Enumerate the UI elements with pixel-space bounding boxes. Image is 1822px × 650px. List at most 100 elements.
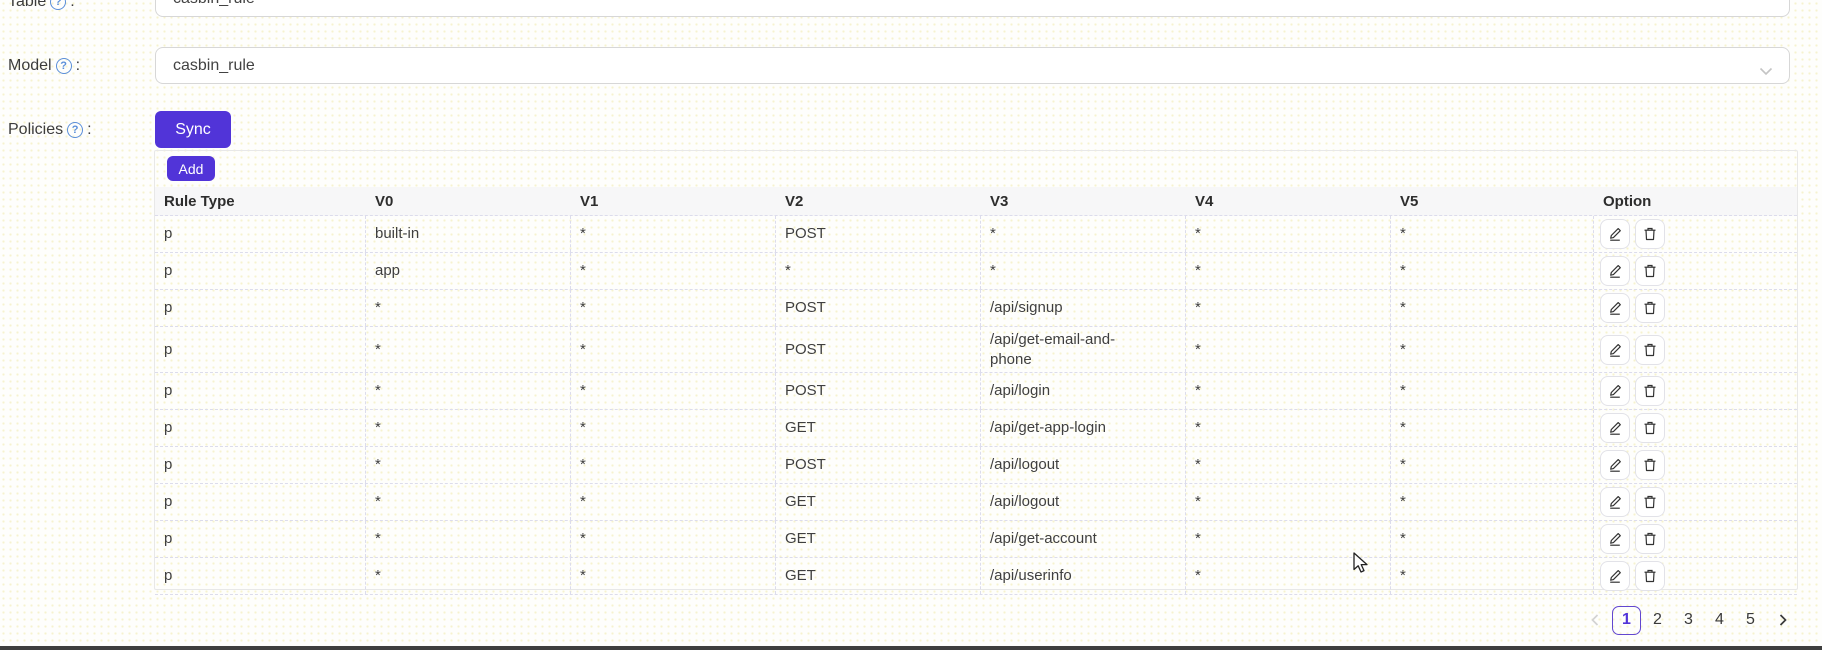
edit-button[interactable] xyxy=(1600,524,1630,554)
delete-button[interactable] xyxy=(1635,450,1665,480)
cell-v4: * xyxy=(1186,447,1391,483)
edit-pencil-icon xyxy=(1607,457,1623,473)
trash-icon xyxy=(1642,263,1658,279)
delete-button[interactable] xyxy=(1635,219,1665,249)
table-row: p * * POST /api/get-email-and-phone * * xyxy=(155,327,1797,373)
cell-v4: * xyxy=(1186,216,1391,252)
edit-button[interactable] xyxy=(1600,376,1630,406)
delete-button[interactable] xyxy=(1635,524,1665,554)
edit-button[interactable] xyxy=(1600,413,1630,443)
cell-v0: * xyxy=(366,373,571,409)
delete-button[interactable] xyxy=(1635,256,1665,286)
help-icon[interactable]: ? xyxy=(56,58,72,74)
cell-v3: * xyxy=(981,216,1186,252)
column-header-v5: V5 xyxy=(1391,187,1594,215)
trash-icon xyxy=(1642,342,1658,358)
edit-button[interactable] xyxy=(1600,219,1630,249)
edit-pencil-icon xyxy=(1607,494,1623,510)
column-header-v1: V1 xyxy=(571,187,776,215)
pagination-page-button[interactable]: 2 xyxy=(1643,606,1672,635)
cell-v4: * xyxy=(1186,558,1391,594)
table-row: p * * GET /api/get-app-login * * xyxy=(155,410,1797,447)
edit-button[interactable] xyxy=(1600,561,1630,591)
edit-button[interactable] xyxy=(1600,335,1630,365)
cell-option xyxy=(1594,521,1797,557)
cell-rule-type: p xyxy=(155,410,366,446)
cell-v2: POST xyxy=(776,447,981,483)
cell-v1: * xyxy=(571,216,776,252)
cell-rule-type: p xyxy=(155,521,366,557)
pagination-page-button[interactable]: 4 xyxy=(1705,606,1734,635)
column-header-rule-type: Rule Type xyxy=(155,187,366,215)
edit-pencil-icon xyxy=(1607,568,1623,584)
cell-v2: POST xyxy=(776,373,981,409)
column-header-option: Option xyxy=(1594,187,1797,215)
cell-v5: * xyxy=(1391,253,1594,289)
cell-v1: * xyxy=(571,327,776,372)
help-icon[interactable]: ? xyxy=(50,0,66,10)
trash-icon xyxy=(1642,457,1658,473)
cell-v5: * xyxy=(1391,447,1594,483)
cell-v5: * xyxy=(1391,216,1594,252)
cell-option xyxy=(1594,558,1797,594)
cell-v4: * xyxy=(1186,327,1391,372)
cell-v0: * xyxy=(366,327,571,372)
edit-pencil-icon xyxy=(1607,420,1623,436)
cell-v1: * xyxy=(571,447,776,483)
table-field-label: Table ? : xyxy=(8,0,75,12)
edit-pencil-icon xyxy=(1607,263,1623,279)
delete-button[interactable] xyxy=(1635,335,1665,365)
cell-option xyxy=(1594,373,1797,409)
cell-v4: * xyxy=(1186,521,1391,557)
cell-v5: * xyxy=(1391,484,1594,520)
cell-v1: * xyxy=(571,410,776,446)
policy-table: Rule Type V0 V1 V2 V3 V4 V5 Option p bui… xyxy=(155,187,1797,595)
table-row: p built-in * POST * * * xyxy=(155,216,1797,253)
cell-v0: * xyxy=(366,290,571,326)
label-colon: : xyxy=(76,56,80,76)
trash-icon xyxy=(1642,568,1658,584)
edit-button[interactable] xyxy=(1600,293,1630,323)
delete-button[interactable] xyxy=(1635,413,1665,443)
policy-table-body: p built-in * POST * * * xyxy=(155,216,1797,595)
delete-button[interactable] xyxy=(1635,561,1665,591)
edit-button[interactable] xyxy=(1600,450,1630,480)
cell-v3: /api/login xyxy=(981,373,1186,409)
help-icon[interactable]: ? xyxy=(67,122,83,138)
sync-button[interactable]: Sync xyxy=(155,111,231,148)
cell-v0: * xyxy=(366,558,571,594)
pagination-page-button[interactable]: 5 xyxy=(1736,606,1765,635)
delete-button[interactable] xyxy=(1635,487,1665,517)
cell-v5: * xyxy=(1391,521,1594,557)
pagination-page-button[interactable]: 3 xyxy=(1674,606,1703,635)
table-input[interactable] xyxy=(155,0,1790,17)
model-select-value: casbin_rule xyxy=(173,57,255,75)
policies-panel: Add Rule Type V0 V1 V2 V3 V4 V5 Option p… xyxy=(154,150,1798,590)
add-button[interactable]: Add xyxy=(167,156,215,181)
cell-v0: * xyxy=(366,521,571,557)
cell-option xyxy=(1594,216,1797,252)
cell-rule-type: p xyxy=(155,484,366,520)
column-header-v2: V2 xyxy=(776,187,981,215)
delete-button[interactable] xyxy=(1635,376,1665,406)
delete-button[interactable] xyxy=(1635,293,1665,323)
cell-v1: * xyxy=(571,521,776,557)
model-select[interactable]: casbin_rule xyxy=(155,47,1790,84)
pagination-prev-button[interactable] xyxy=(1580,606,1609,635)
pagination-next-button[interactable] xyxy=(1768,606,1797,635)
cell-v2: GET xyxy=(776,484,981,520)
trash-icon xyxy=(1642,226,1658,242)
edit-button[interactable] xyxy=(1600,256,1630,286)
table-label-text: Table xyxy=(8,0,46,12)
cell-v4: * xyxy=(1186,484,1391,520)
cell-option xyxy=(1594,290,1797,326)
cell-v3: /api/get-email-and-phone xyxy=(981,327,1186,372)
cell-option xyxy=(1594,253,1797,289)
cell-v3: * xyxy=(981,253,1186,289)
cell-v1: * xyxy=(571,253,776,289)
trash-icon xyxy=(1642,494,1658,510)
cell-v4: * xyxy=(1186,410,1391,446)
edit-button[interactable] xyxy=(1600,487,1630,517)
pagination-page-button[interactable]: 1 xyxy=(1612,606,1641,635)
trash-icon xyxy=(1642,300,1658,316)
